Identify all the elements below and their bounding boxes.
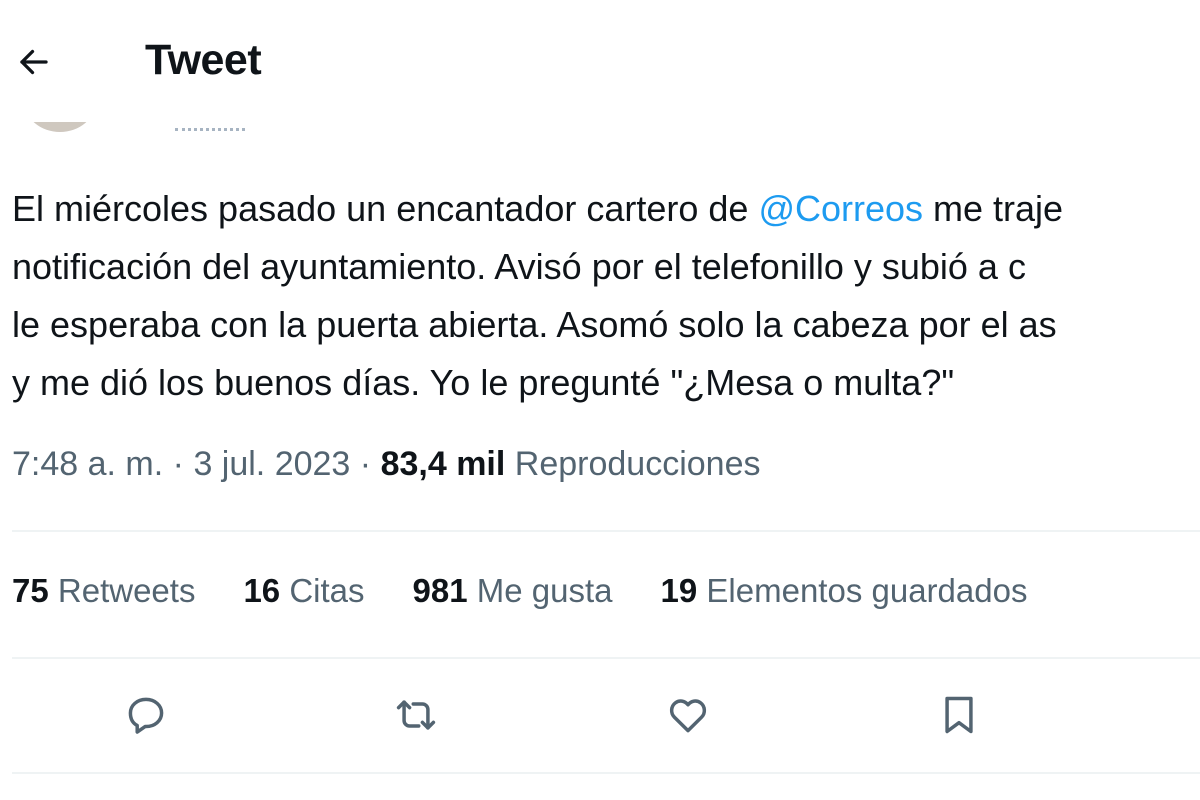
- stat-count: 981: [412, 572, 468, 609]
- tweet-time[interactable]: 7:48 a. m.: [12, 445, 163, 483]
- tweet-line: le esperaba con la puerta abierta. Asomó…: [12, 304, 1057, 345]
- meta-separator: ·: [172, 445, 184, 483]
- tweet-line-text: me traje: [923, 188, 1064, 229]
- bookmarks-stat[interactable]: 19 Elementos guardados: [661, 572, 1028, 610]
- retweets-stat[interactable]: 75 Retweets: [12, 572, 195, 610]
- stats-row: 75 Retweets 16 Citas 981 Me gusta 19 Ele…: [12, 572, 1075, 610]
- tweet-line: El miércoles pasado un encantador carter…: [12, 180, 1200, 238]
- like-button[interactable]: [663, 690, 713, 740]
- tweet-text: El miércoles pasado un encantador carter…: [12, 180, 1200, 412]
- top-header: Tweet: [0, 0, 330, 122]
- bookmark-button[interactable]: [934, 690, 984, 740]
- tweet-line: notificación del ayuntamiento. Avisó por…: [12, 246, 1026, 287]
- bookmark-icon: [945, 696, 973, 734]
- tweet-date[interactable]: 3 jul. 2023: [193, 445, 350, 483]
- back-button[interactable]: [12, 40, 56, 84]
- meta-separator: ·: [359, 445, 372, 483]
- stat-label: Me gusta: [476, 572, 613, 609]
- reply-button[interactable]: [121, 690, 171, 740]
- divider: [12, 530, 1200, 532]
- tweet-meta: 7:48 a. m. · 3 jul. 2023 · 83,4 mil Repr…: [12, 445, 760, 484]
- stat-count: 16: [243, 572, 281, 609]
- likes-stat[interactable]: 981 Me gusta: [413, 572, 613, 610]
- arrow-left-icon: [20, 49, 48, 75]
- quotes-stat[interactable]: 16 Citas: [243, 572, 364, 610]
- stat-label: Citas: [289, 572, 365, 609]
- reply-icon: [128, 697, 164, 734]
- mention-link[interactable]: @Correos: [758, 188, 923, 229]
- divider: [12, 657, 1200, 659]
- retweet-button[interactable]: [391, 690, 441, 740]
- page-title: Tweet: [145, 36, 262, 84]
- divider: [12, 772, 1200, 774]
- retweet-icon: [396, 700, 436, 730]
- stat-count: 75: [12, 572, 49, 609]
- views-label: Reproducciones: [514, 445, 761, 483]
- tweet-line-text: El miércoles pasado un encantador carter…: [12, 188, 759, 229]
- stat-label: Retweets: [57, 572, 196, 609]
- heart-icon: [669, 699, 707, 733]
- tweet-line: y me dió los buenos días. Yo le pregunté…: [12, 362, 955, 403]
- stat-count: 19: [660, 572, 698, 609]
- stat-label: Elementos guardados: [706, 572, 1028, 609]
- views-count: 83,4 mil: [380, 445, 506, 483]
